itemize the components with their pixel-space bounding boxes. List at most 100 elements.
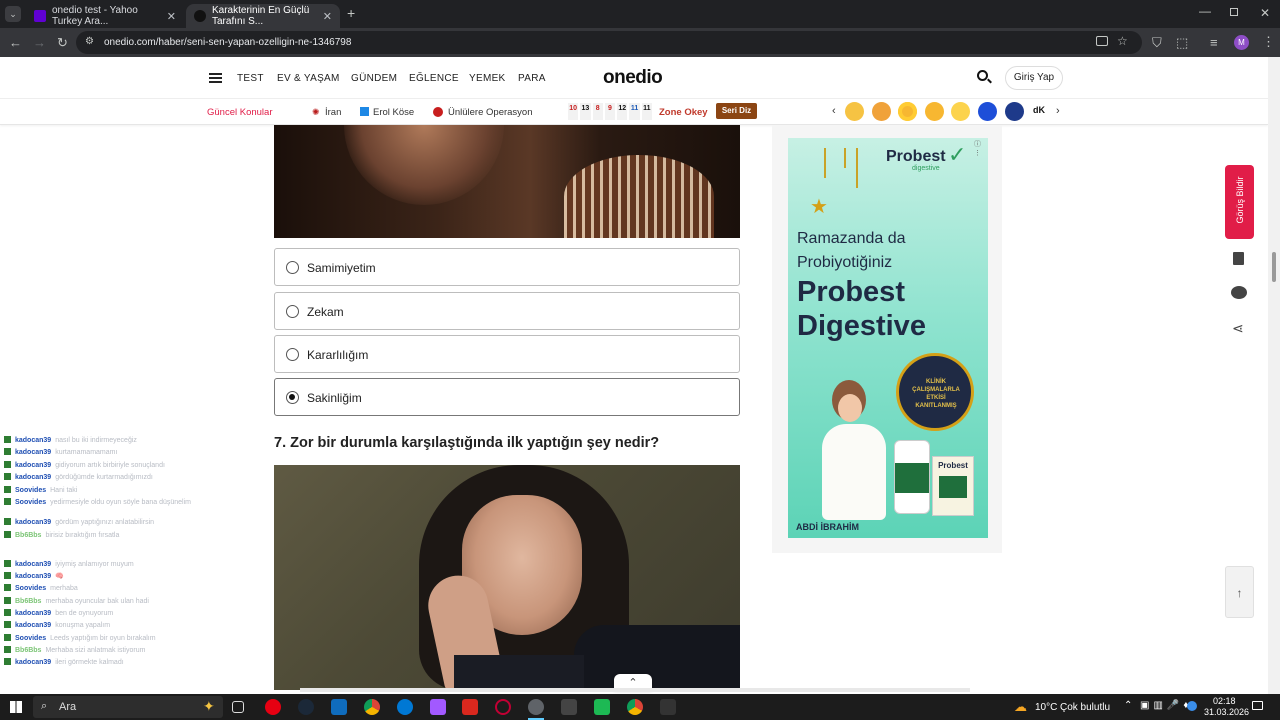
network-icon[interactable] xyxy=(1187,701,1197,711)
taskbar-search-box[interactable]: ⌕ Ara ✦ xyxy=(33,696,223,718)
chrome-icon[interactable] xyxy=(364,699,380,715)
scroll-right-icon[interactable]: › xyxy=(1056,105,1060,117)
hamburger-menu-icon[interactable] xyxy=(209,73,222,83)
nav-yemek[interactable]: YEMEK xyxy=(469,73,506,84)
url-text[interactable]: onedio.com/haber/seni-sen-yapan-ozelligi… xyxy=(104,37,351,48)
ad-info-icon[interactable]: ⓘ ⋮ xyxy=(974,139,988,157)
clinical-seal: KLİNİK ÇALIŞMALARLA ETKİSİ KANITLANMIŞ xyxy=(896,353,974,431)
ad-banner[interactable]: ⓘ ⋮ ★ Probest ✓ digestive Ramazanda da P… xyxy=(788,138,988,538)
scroll-to-top-button[interactable]: ↑ xyxy=(1225,566,1254,618)
mail-icon[interactable] xyxy=(331,699,347,715)
answer-option-samimiyetim[interactable]: Samimiyetim xyxy=(274,248,740,286)
page-scrollbar[interactable] xyxy=(1268,57,1280,694)
tab-search-button[interactable]: ⌄ xyxy=(5,6,21,22)
wps-icon[interactable] xyxy=(462,699,478,715)
radio-button-selected[interactable] xyxy=(286,391,299,404)
tab-yahoo[interactable]: onedio test - Yahoo Turkey Ara... ✕ xyxy=(26,4,184,28)
chat-badge-icon xyxy=(4,486,11,493)
store-icon[interactable] xyxy=(660,699,676,715)
restore-icon[interactable] xyxy=(1230,8,1238,16)
figma-icon[interactable] xyxy=(430,699,446,715)
dk-emoji-icon[interactable]: dK xyxy=(1033,105,1045,115)
site-logo[interactable]: onedio xyxy=(603,67,663,89)
nav-para[interactable]: PARA xyxy=(518,73,546,84)
clock-date[interactable]: 31.03.2026 xyxy=(1204,707,1249,717)
opera-gx-icon[interactable] xyxy=(495,699,511,715)
share-icon[interactable]: ⋖ xyxy=(1232,320,1244,337)
steam-icon[interactable] xyxy=(298,699,314,715)
nav-gundem[interactable]: GÜNDEM xyxy=(351,73,397,84)
radio-button[interactable] xyxy=(286,348,299,361)
opera-icon[interactable] xyxy=(265,699,281,715)
login-button[interactable]: Giriş Yap xyxy=(1005,66,1063,90)
edge-icon[interactable] xyxy=(397,699,413,715)
lantern-icon xyxy=(824,148,826,178)
crying-emoji-icon[interactable] xyxy=(925,102,944,121)
topic-iran[interactable]: İran xyxy=(325,107,341,118)
ad-headline-1: Ramazanda da xyxy=(797,230,906,247)
tray-chevron-icon[interactable]: ⌃ xyxy=(1124,700,1132,711)
install-app-icon[interactable] xyxy=(1096,36,1108,46)
badge-blue-icon[interactable] xyxy=(978,102,997,121)
chat-message: kadocan39 🧠 xyxy=(4,572,64,581)
close-icon[interactable]: ✕ xyxy=(167,10,176,23)
okey-tile: 13 xyxy=(580,103,591,120)
clock-time[interactable]: 02:18 xyxy=(1213,696,1236,706)
menu-kebab-icon[interactable]: ⋮ xyxy=(1262,35,1275,48)
chat-badge-icon xyxy=(4,448,11,455)
forward-icon[interactable]: → xyxy=(33,36,46,49)
radio-button[interactable] xyxy=(286,261,299,274)
badge-navy-icon[interactable] xyxy=(1005,102,1024,121)
smile-emoji-icon[interactable] xyxy=(951,102,970,121)
heart-hands-emoji-icon[interactable] xyxy=(872,102,891,121)
scroll-left-icon[interactable]: ‹ xyxy=(832,105,836,117)
okey-tile: 8 xyxy=(592,103,603,120)
close-window-icon[interactable]: ✕ xyxy=(1260,6,1270,20)
new-tab-button[interactable]: + xyxy=(347,5,355,21)
bookmark-add-icon[interactable] xyxy=(1233,252,1244,265)
zone-okey-link[interactable]: Zone Okey xyxy=(659,107,708,118)
heart-eyes-emoji-icon[interactable] xyxy=(898,102,917,121)
comment-icon[interactable] xyxy=(1231,286,1247,299)
okey-tiles[interactable]: 10 13 8 9 12 11 11 xyxy=(568,103,652,120)
back-icon[interactable]: ← xyxy=(9,36,22,49)
okey-tile: 11 xyxy=(629,103,640,120)
current-topics-label[interactable]: Güncel Konular xyxy=(207,107,272,118)
media-icon[interactable]: ≡ xyxy=(1210,36,1218,49)
answer-option-sakinligim[interactable]: Sakinliğim xyxy=(274,378,740,416)
app-green-icon[interactable] xyxy=(594,699,610,715)
radio-button[interactable] xyxy=(286,305,299,318)
extensions-icon[interactable]: ⬚ xyxy=(1176,36,1188,49)
bookmark-star-icon[interactable]: ☆ xyxy=(1117,34,1128,48)
minimize-icon[interactable]: — xyxy=(1199,4,1211,18)
shield-icon[interactable]: ⛉ xyxy=(1152,36,1162,49)
close-icon[interactable]: ✕ xyxy=(323,10,332,23)
topic-unlulere-operasyon[interactable]: Ünlülere Operasyon xyxy=(448,107,533,118)
taskbar-search-placeholder: Ara xyxy=(59,701,77,713)
calculator-icon[interactable] xyxy=(561,699,577,715)
chrome-alt-icon[interactable] xyxy=(627,699,643,715)
chrome-profile-icon[interactable] xyxy=(528,699,544,715)
answer-option-kararliligim[interactable]: Kararlılığım xyxy=(274,335,740,373)
ad-company: ABDİ İBRAHİM xyxy=(796,522,859,532)
windows-start-icon[interactable] xyxy=(10,701,22,713)
nav-ev-yasam[interactable]: EV & YAŞAM xyxy=(277,73,340,84)
nav-eglence[interactable]: EĞLENCE xyxy=(409,73,459,84)
tray-icons[interactable]: ▣▥🎤♦ xyxy=(1140,700,1192,711)
answer-option-zekam[interactable]: Zekam xyxy=(274,292,740,330)
nav-test[interactable]: TEST xyxy=(237,73,264,84)
tab-onedio-active[interactable]: Karakterinin En Güçlü Tarafını S... ✕ xyxy=(186,4,340,28)
task-view-icon[interactable] xyxy=(232,701,244,713)
notification-icon[interactable] xyxy=(1252,701,1263,710)
address-bar[interactable]: ⚙ onedio.com/haber/seni-sen-yapan-ozelli… xyxy=(76,31,1142,54)
site-info-icon[interactable]: ⚙ xyxy=(85,36,94,47)
seri-diz-button[interactable]: Seri Diz xyxy=(716,103,757,119)
feedback-button[interactable]: Görüş Bildir xyxy=(1225,165,1254,239)
reload-icon[interactable]: ↻ xyxy=(57,36,68,49)
profile-avatar[interactable]: M xyxy=(1234,35,1249,50)
topic-erol-kose[interactable]: Erol Köse xyxy=(373,107,414,118)
scrollbar-thumb[interactable] xyxy=(1272,252,1276,282)
chat-message: Soovides yedirmesiyle oldu oyun söyle ban… xyxy=(4,498,191,507)
windows-taskbar: ⌕ Ara ✦ ☁ 10°C Çok bulutlu ⌃ ▣▥🎤♦ 02:18 … xyxy=(0,694,1280,720)
glasses-emoji-icon[interactable] xyxy=(845,102,864,121)
